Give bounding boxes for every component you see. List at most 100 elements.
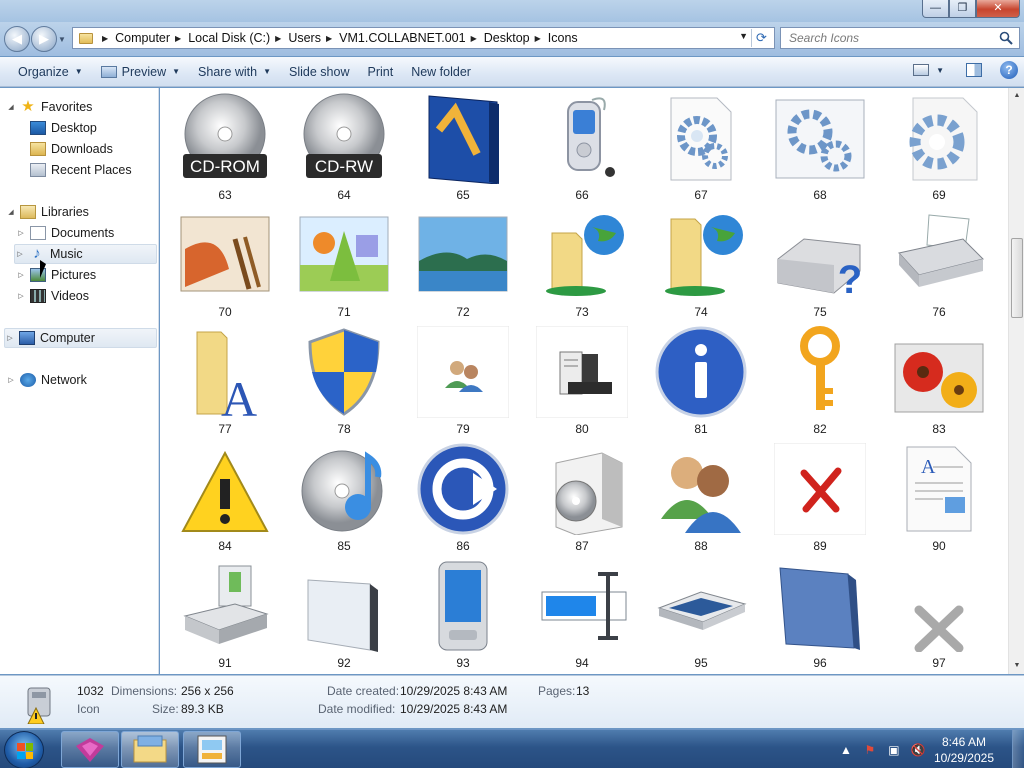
scroll-thumb[interactable] bbox=[1011, 238, 1023, 318]
sidebar-item-videos[interactable]: ▷ Videos bbox=[16, 286, 89, 306]
file-item[interactable]: CD-ROM 63 bbox=[170, 88, 280, 204]
file-item[interactable]: 83 bbox=[884, 322, 994, 438]
file-item[interactable]: 73 bbox=[527, 205, 637, 321]
file-item[interactable]: 74 bbox=[646, 205, 756, 321]
breadcrumb-separator-icon[interactable]: ▶ bbox=[326, 34, 332, 43]
minimize-button[interactable]: — bbox=[922, 0, 949, 18]
file-item[interactable]: ? 75 bbox=[765, 205, 875, 321]
file-item[interactable]: 65 bbox=[408, 88, 518, 204]
file-item[interactable]: 87 bbox=[527, 439, 637, 555]
file-item[interactable]: 79 bbox=[408, 322, 518, 438]
file-item[interactable]: 80 bbox=[527, 322, 637, 438]
forward-button[interactable]: ▶ bbox=[31, 26, 57, 52]
close-button[interactable]: ✕ bbox=[976, 0, 1020, 18]
volume-muted-icon[interactable]: 🔇 bbox=[910, 742, 926, 758]
file-item[interactable]: 96 bbox=[765, 556, 875, 672]
file-item[interactable]: 93 bbox=[408, 556, 518, 672]
address-dropdown-icon[interactable]: ▼ bbox=[739, 31, 748, 41]
recent-pages-dropdown[interactable]: ▼ bbox=[58, 35, 66, 44]
help-icon[interactable]: ? bbox=[1000, 61, 1018, 79]
new-folder-button[interactable]: New folder bbox=[402, 61, 480, 83]
file-item[interactable]: 92 bbox=[289, 556, 399, 672]
collapse-arrow-icon[interactable]: ◢ bbox=[6, 103, 16, 111]
breadcrumb-users[interactable]: Users bbox=[288, 31, 321, 45]
file-item[interactable]: 88 bbox=[646, 439, 756, 555]
file-item[interactable]: 66 bbox=[527, 88, 637, 204]
view-options-dropdown-icon[interactable]: ▼ bbox=[936, 66, 944, 75]
file-item[interactable]: A 77 bbox=[170, 322, 280, 438]
file-item[interactable]: 89 bbox=[765, 439, 875, 555]
file-item[interactable]: 70 bbox=[170, 205, 280, 321]
expand-arrow-icon[interactable]: ▷ bbox=[16, 292, 26, 300]
show-hidden-icons-icon[interactable]: ▲ bbox=[838, 742, 854, 758]
expand-arrow-icon[interactable]: ▷ bbox=[15, 250, 25, 258]
taskbar-app-visual-studio[interactable] bbox=[61, 731, 119, 768]
file-item[interactable]: 81 bbox=[646, 322, 756, 438]
preview-pane-icon[interactable] bbox=[966, 63, 982, 77]
sidebar-item-desktop[interactable]: Desktop bbox=[16, 118, 97, 138]
scroll-up-icon[interactable]: ▲ bbox=[1009, 88, 1024, 104]
file-item[interactable]: 82 bbox=[765, 322, 875, 438]
clock[interactable]: 8:46 AM 10/29/2025 bbox=[934, 734, 994, 766]
file-item[interactable]: 76 bbox=[884, 205, 994, 321]
taskbar-app-gif-pro[interactable] bbox=[183, 731, 241, 768]
file-item[interactable]: A 90 bbox=[884, 439, 994, 555]
file-item[interactable]: 85 bbox=[289, 439, 399, 555]
breadcrumb-separator-icon[interactable]: ▶ bbox=[175, 34, 181, 43]
taskbar-app-explorer[interactable] bbox=[121, 731, 179, 768]
expand-arrow-icon[interactable]: ▷ bbox=[6, 376, 16, 384]
organize-button[interactable]: Organize ▼ bbox=[9, 61, 92, 83]
sidebar-item-favorites[interactable]: ◢ ★ Favorites bbox=[6, 97, 92, 117]
sidebar-item-documents[interactable]: ▷ Documents bbox=[16, 223, 114, 243]
sidebar-item-downloads[interactable]: Downloads bbox=[16, 139, 113, 159]
sidebar-item-libraries[interactable]: ◢ Libraries bbox=[6, 202, 89, 222]
breadcrumb-user-folder[interactable]: VM1.COLLABNET.001 bbox=[339, 31, 465, 45]
expand-arrow-icon[interactable]: ▷ bbox=[5, 334, 15, 342]
back-button[interactable]: ◀ bbox=[4, 26, 30, 52]
sidebar-item-recent-places[interactable]: Recent Places bbox=[16, 160, 132, 180]
file-item[interactable]: 72 bbox=[408, 205, 518, 321]
file-item[interactable]: 97 bbox=[884, 556, 994, 672]
breadcrumb-separator-icon[interactable]: ▶ bbox=[471, 34, 477, 43]
action-center-flag-icon[interactable]: ⚑ bbox=[862, 742, 878, 758]
breadcrumb-separator-icon[interactable]: ▶ bbox=[275, 34, 281, 43]
refresh-icon[interactable]: ⟳ bbox=[751, 29, 771, 47]
file-item[interactable]: 67 bbox=[646, 88, 756, 204]
file-item[interactable]: 78 bbox=[289, 322, 399, 438]
file-item[interactable]: 71 bbox=[289, 205, 399, 321]
file-item[interactable]: 95 bbox=[646, 556, 756, 672]
print-button[interactable]: Print bbox=[358, 61, 402, 83]
scroll-down-icon[interactable]: ▼ bbox=[1009, 658, 1024, 674]
file-item[interactable]: 91 bbox=[170, 556, 280, 672]
breadcrumb-computer[interactable]: Computer bbox=[115, 31, 170, 45]
file-item[interactable]: 68 bbox=[765, 88, 875, 204]
file-item[interactable]: 94 bbox=[527, 556, 637, 672]
breadcrumb-separator-icon[interactable]: ▶ bbox=[102, 34, 108, 43]
search-icon[interactable] bbox=[999, 31, 1013, 45]
sidebar-item-network[interactable]: ▷ Network bbox=[6, 370, 87, 390]
change-view-icon[interactable] bbox=[913, 64, 930, 76]
breadcrumb-separator-icon[interactable]: ▶ bbox=[535, 34, 541, 43]
slide-show-button[interactable]: Slide show bbox=[280, 61, 358, 83]
sidebar-item-pictures[interactable]: ▷ Pictures bbox=[16, 265, 96, 285]
expand-arrow-icon[interactable]: ▷ bbox=[16, 229, 26, 237]
breadcrumb-local-disk[interactable]: Local Disk (C:) bbox=[188, 31, 270, 45]
file-item[interactable]: 86 bbox=[408, 439, 518, 555]
sidebar-item-computer[interactable]: ▷ Computer bbox=[4, 328, 157, 348]
vertical-scrollbar[interactable]: ▲ ▼ bbox=[1008, 88, 1024, 674]
start-button[interactable] bbox=[4, 731, 44, 768]
file-item[interactable]: 84 bbox=[170, 439, 280, 555]
preview-button[interactable]: Preview ▼ bbox=[92, 61, 189, 83]
breadcrumb-icons[interactable]: Icons bbox=[548, 31, 578, 45]
show-desktop-button[interactable] bbox=[1012, 730, 1024, 768]
search-input[interactable] bbox=[781, 28, 986, 48]
network-status-icon[interactable]: ▣ bbox=[886, 742, 902, 758]
sidebar-item-music[interactable]: ▷ ♪ Music bbox=[14, 244, 157, 264]
address-bar[interactable]: ▶ Computer ▶ Local Disk (C:) ▶ Users ▶ V… bbox=[72, 27, 775, 49]
maximize-button[interactable]: ❐ bbox=[949, 0, 976, 18]
collapse-arrow-icon[interactable]: ◢ bbox=[6, 208, 16, 216]
file-item[interactable]: 69 bbox=[884, 88, 994, 204]
breadcrumb-desktop[interactable]: Desktop bbox=[484, 31, 530, 45]
expand-arrow-icon[interactable]: ▷ bbox=[16, 271, 26, 279]
file-item[interactable]: CD-RW 64 bbox=[289, 88, 399, 204]
